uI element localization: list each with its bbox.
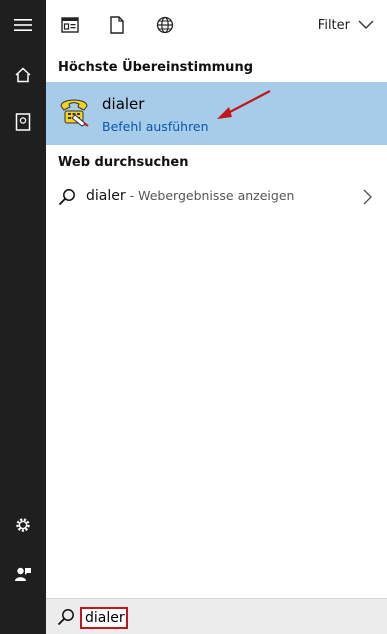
document-icon[interactable] bbox=[106, 14, 128, 36]
left-navigation-bar bbox=[0, 0, 46, 634]
filter-label: Filter bbox=[317, 17, 350, 33]
settings-gear-icon[interactable] bbox=[0, 502, 46, 548]
notebook-icon[interactable] bbox=[0, 99, 46, 145]
web-query-text: dialer bbox=[86, 188, 126, 204]
search-results-panel: Filter Höchste Übereinstimmung dialer Be… bbox=[46, 0, 387, 634]
top-toolbar: Filter bbox=[46, 0, 387, 50]
web-search-heading: Web durchsuchen bbox=[58, 155, 189, 170]
search-icon bbox=[57, 609, 74, 626]
search-input[interactable]: dialer bbox=[80, 607, 128, 629]
hamburger-menu-icon[interactable] bbox=[0, 2, 46, 48]
dialer-app-icon bbox=[57, 93, 91, 127]
result-action-label[interactable]: Befehl ausführen bbox=[102, 119, 209, 134]
feedback-person-icon[interactable] bbox=[0, 551, 46, 597]
chevron-down-icon bbox=[358, 20, 374, 29]
globe-icon[interactable] bbox=[154, 14, 176, 36]
web-search-result[interactable]: dialer - Webergebnisse anzeigen bbox=[46, 180, 387, 214]
web-query-suffix: - Webergebnisse anzeigen bbox=[125, 188, 295, 203]
apps-icon[interactable] bbox=[59, 14, 81, 36]
best-match-heading: Höchste Übereinstimmung bbox=[58, 60, 253, 75]
chevron-right-icon bbox=[363, 189, 372, 205]
annotation-arrow bbox=[217, 90, 271, 119]
search-icon bbox=[58, 189, 75, 206]
filter-button[interactable]: Filter bbox=[318, 15, 374, 35]
home-icon[interactable] bbox=[0, 52, 46, 98]
search-bar: dialer bbox=[46, 598, 387, 634]
result-app-name: dialer bbox=[102, 95, 145, 113]
